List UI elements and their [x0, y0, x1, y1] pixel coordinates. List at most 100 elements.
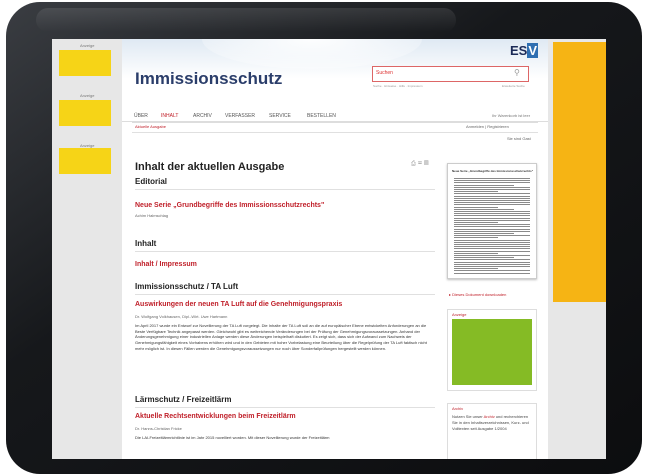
thumbnail-line [454, 195, 530, 197]
archive-label: Archiv [452, 406, 464, 411]
thumbnail-line [454, 186, 530, 188]
thumbnail-line [454, 263, 530, 265]
archive-text: Nutzen Sie unser Archiv und recherchiere… [452, 414, 532, 432]
thumbnail-line [454, 230, 530, 232]
search-input[interactable]: Suchen ⚲ [372, 66, 529, 82]
thumbnail-line [454, 182, 530, 184]
print-icon[interactable]: ⎙ [411, 161, 418, 167]
nav-item-inhalt[interactable]: INHALT [161, 113, 178, 119]
user-status: Sie sind Gast [507, 136, 531, 141]
logo-y: V [527, 43, 539, 58]
thumbnail-title: Neue Serie „Grundbegriffe des Immissions… [452, 169, 534, 173]
thumbnail-line [454, 246, 530, 248]
nav-item-bestellen[interactable]: BESTELLEN [307, 113, 336, 119]
thumbnail-line [454, 261, 530, 263]
thumbnail-line [454, 259, 530, 261]
thumbnail-line [454, 239, 530, 241]
sidebar-ad-box: Anzeige [447, 309, 537, 391]
thumbnail-line [454, 215, 530, 217]
thumbnail-line [454, 193, 530, 195]
pdf-icon[interactable]: ▤ [424, 161, 431, 167]
section-divider [135, 294, 435, 295]
thumbnail-line [454, 272, 530, 274]
article-title[interactable]: Inhalt / Impressum [135, 261, 197, 268]
tablet-sheen [36, 8, 456, 32]
thumbnail-line [454, 248, 530, 250]
thumbnail-line [454, 233, 514, 234]
thumbnail-line [454, 197, 530, 199]
site-header: Immissionsschutz ESV Suchen ⚲ Suche · Hi… [122, 39, 548, 105]
thumbnail-line [454, 178, 530, 179]
search-icon[interactable]: ⚲ [514, 68, 520, 77]
page-tools: ⎙✉▤ [411, 161, 431, 168]
thumbnail-line [454, 202, 530, 204]
ad-banner-right[interactable] [553, 42, 606, 302]
section-heading-inhalt: Inhalt [135, 239, 157, 248]
nav-item-service[interactable]: SERVICE [269, 113, 291, 119]
thumbnail-line [454, 250, 530, 252]
article-author: Dr. Wolfgang Volkhausen, Dipl.-Wirt. Uwe… [135, 314, 228, 319]
article-abstract: Die LAI-Freizeitlärmrichtlinie ist im Ja… [135, 435, 330, 440]
article-title[interactable]: Aktuelle Rechtsentwicklungen beim Freize… [135, 413, 296, 420]
tablet-frame: Anzeige Anzeige Anzeige Immissionsschutz… [6, 2, 642, 474]
logo-es: ES [510, 43, 528, 58]
article-abstract: Im April 2017 wurde ein Entwurf zur Nove… [135, 323, 427, 351]
issue-preview-thumbnail[interactable]: Neue Serie „Grundbegriffe des Immissions… [447, 163, 537, 279]
archive-box: Archiv Nutzen Sie unser Archiv und reche… [447, 403, 537, 459]
article-author: Achim Halmschlag [135, 213, 169, 218]
article-title[interactable]: Auswirkungen der neuen TA Luft auf die G… [135, 301, 342, 308]
section-heading-editorial: Editorial [135, 177, 168, 186]
ad-banner-3[interactable] [59, 148, 111, 174]
breadcrumb-current[interactable]: Aktuelle Ausgabe [135, 124, 166, 129]
thumbnail-line [454, 219, 530, 221]
search-links[interactable]: Suche · Hinweise · Hilfe · Impressum [373, 84, 423, 88]
thumbnail-line [454, 208, 514, 210]
header-glow [202, 39, 422, 69]
thumbnail-line [454, 237, 498, 239]
nav-divider [132, 122, 538, 123]
ad-banner-1[interactable] [59, 50, 111, 76]
section-heading-laermschutz: Lärmschutz / Freizeitlärm [135, 395, 232, 404]
ad-banner-2[interactable] [59, 100, 111, 126]
esv-logo[interactable]: ESV [510, 43, 539, 58]
thumbnail-line [454, 189, 530, 190]
thumbnail-line [454, 257, 514, 259]
nav-item-archiv[interactable]: ARCHIV [193, 113, 212, 119]
nav-item-ueber[interactable]: ÜBER [134, 113, 148, 119]
login-register-link[interactable]: Anmelden | Registrieren [466, 124, 509, 129]
thumbnail-line [454, 211, 530, 212]
article-title[interactable]: Neue Serie „Grundbegriffe des Immissions… [135, 202, 324, 209]
section-divider [135, 251, 435, 252]
sidebar-ad-banner[interactable] [452, 319, 532, 385]
thumbnail-line [454, 228, 530, 230]
ad-label-1: Anzeige [80, 43, 95, 48]
nav-item-verfasser[interactable]: VERFASSER [225, 113, 255, 119]
advanced-search-link[interactable]: Erweiterte Suche [502, 84, 525, 88]
section-heading-ta-luft: Immissionsschutz / TA Luft [135, 282, 239, 291]
ad-label-2: Anzeige [80, 93, 95, 98]
thumbnail-line [454, 213, 530, 215]
section-divider [135, 189, 435, 190]
archive-link[interactable]: Archiv [484, 414, 495, 419]
thumbnail-line [454, 200, 530, 201]
thumbnail-line [454, 204, 530, 206]
page-title: Inhalt der aktuellen Ausgabe [135, 161, 285, 173]
thumbnail-line [454, 224, 530, 226]
thumbnail-line [454, 184, 514, 186]
download-link[interactable]: ▸ Dieses Dokument downloaden [449, 292, 506, 297]
thumbnail-line [454, 191, 498, 193]
thumbnail-line [454, 252, 498, 254]
search-placeholder: Suchen [376, 70, 393, 76]
main-nav: ÜBER INHALT ARCHIV VERFASSER SERVICE BES… [122, 111, 548, 122]
cart-status[interactable]: Ihr Warenkorb ist leer [492, 113, 530, 118]
thumbnail-line [454, 244, 530, 245]
section-divider [135, 407, 435, 408]
thumbnail-line [454, 241, 530, 243]
thumbnail-line [454, 180, 530, 182]
site-title[interactable]: Immissionsschutz [135, 69, 282, 89]
thumbnail-line [454, 270, 530, 272]
thumbnail-line [454, 226, 530, 228]
sidebar-ad-label: Anzeige [452, 312, 467, 317]
tablet-screen: Anzeige Anzeige Anzeige Immissionsschutz… [52, 39, 606, 459]
thumbnail-line [454, 266, 530, 267]
